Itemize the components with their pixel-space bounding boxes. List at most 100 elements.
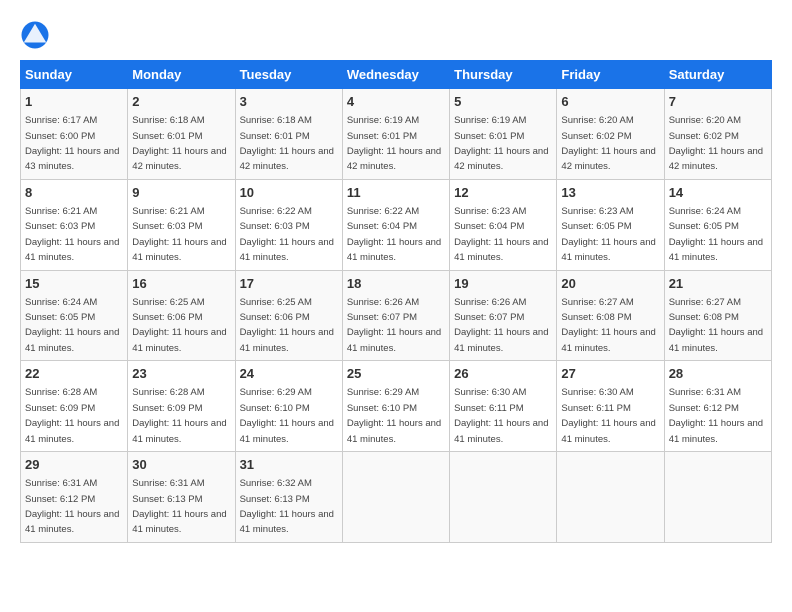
calendar-cell: 24 Sunrise: 6:29 AMSunset: 6:10 PMDaylig… xyxy=(235,361,342,452)
day-info: Sunrise: 6:26 AMSunset: 6:07 PMDaylight:… xyxy=(347,297,441,354)
day-number: 8 xyxy=(25,184,123,202)
day-info: Sunrise: 6:28 AMSunset: 6:09 PMDaylight:… xyxy=(132,387,226,444)
day-info: Sunrise: 6:20 AMSunset: 6:02 PMDaylight:… xyxy=(561,115,655,172)
calendar-cell: 30 Sunrise: 6:31 AMSunset: 6:13 PMDaylig… xyxy=(128,452,235,543)
calendar-cell xyxy=(664,452,771,543)
calendar-cell: 14 Sunrise: 6:24 AMSunset: 6:05 PMDaylig… xyxy=(664,179,771,270)
calendar-cell: 31 Sunrise: 6:32 AMSunset: 6:13 PMDaylig… xyxy=(235,452,342,543)
day-number: 17 xyxy=(240,275,338,293)
calendar-cell: 9 Sunrise: 6:21 AMSunset: 6:03 PMDayligh… xyxy=(128,179,235,270)
calendar-cell: 5 Sunrise: 6:19 AMSunset: 6:01 PMDayligh… xyxy=(450,89,557,180)
col-header-saturday: Saturday xyxy=(664,61,771,89)
day-info: Sunrise: 6:22 AMSunset: 6:03 PMDaylight:… xyxy=(240,206,334,263)
calendar-cell xyxy=(450,452,557,543)
calendar-cell: 19 Sunrise: 6:26 AMSunset: 6:07 PMDaylig… xyxy=(450,270,557,361)
calendar-cell: 28 Sunrise: 6:31 AMSunset: 6:12 PMDaylig… xyxy=(664,361,771,452)
day-number: 1 xyxy=(25,93,123,111)
calendar-cell: 12 Sunrise: 6:23 AMSunset: 6:04 PMDaylig… xyxy=(450,179,557,270)
day-number: 2 xyxy=(132,93,230,111)
day-number: 13 xyxy=(561,184,659,202)
day-number: 18 xyxy=(347,275,445,293)
col-header-monday: Monday xyxy=(128,61,235,89)
day-info: Sunrise: 6:30 AMSunset: 6:11 PMDaylight:… xyxy=(454,387,548,444)
calendar-cell: 29 Sunrise: 6:31 AMSunset: 6:12 PMDaylig… xyxy=(21,452,128,543)
day-number: 29 xyxy=(25,456,123,474)
col-header-friday: Friday xyxy=(557,61,664,89)
day-info: Sunrise: 6:24 AMSunset: 6:05 PMDaylight:… xyxy=(669,206,763,263)
day-number: 22 xyxy=(25,365,123,383)
day-info: Sunrise: 6:21 AMSunset: 6:03 PMDaylight:… xyxy=(25,206,119,263)
day-number: 9 xyxy=(132,184,230,202)
day-info: Sunrise: 6:19 AMSunset: 6:01 PMDaylight:… xyxy=(347,115,441,172)
calendar-week-3: 15 Sunrise: 6:24 AMSunset: 6:05 PMDaylig… xyxy=(21,270,772,361)
day-number: 19 xyxy=(454,275,552,293)
calendar-cell: 16 Sunrise: 6:25 AMSunset: 6:06 PMDaylig… xyxy=(128,270,235,361)
calendar-week-2: 8 Sunrise: 6:21 AMSunset: 6:03 PMDayligh… xyxy=(21,179,772,270)
day-number: 26 xyxy=(454,365,552,383)
day-info: Sunrise: 6:25 AMSunset: 6:06 PMDaylight:… xyxy=(132,297,226,354)
col-header-sunday: Sunday xyxy=(21,61,128,89)
day-number: 6 xyxy=(561,93,659,111)
day-number: 15 xyxy=(25,275,123,293)
day-info: Sunrise: 6:31 AMSunset: 6:13 PMDaylight:… xyxy=(132,478,226,535)
day-number: 12 xyxy=(454,184,552,202)
calendar-cell: 1 Sunrise: 6:17 AMSunset: 6:00 PMDayligh… xyxy=(21,89,128,180)
day-info: Sunrise: 6:25 AMSunset: 6:06 PMDaylight:… xyxy=(240,297,334,354)
calendar-cell: 25 Sunrise: 6:29 AMSunset: 6:10 PMDaylig… xyxy=(342,361,449,452)
day-number: 21 xyxy=(669,275,767,293)
calendar-cell: 7 Sunrise: 6:20 AMSunset: 6:02 PMDayligh… xyxy=(664,89,771,180)
calendar-cell xyxy=(342,452,449,543)
day-number: 11 xyxy=(347,184,445,202)
day-number: 3 xyxy=(240,93,338,111)
col-header-wednesday: Wednesday xyxy=(342,61,449,89)
day-number: 10 xyxy=(240,184,338,202)
col-header-thursday: Thursday xyxy=(450,61,557,89)
day-info: Sunrise: 6:18 AMSunset: 6:01 PMDaylight:… xyxy=(240,115,334,172)
calendar-cell: 3 Sunrise: 6:18 AMSunset: 6:01 PMDayligh… xyxy=(235,89,342,180)
day-info: Sunrise: 6:21 AMSunset: 6:03 PMDaylight:… xyxy=(132,206,226,263)
calendar-cell: 26 Sunrise: 6:30 AMSunset: 6:11 PMDaylig… xyxy=(450,361,557,452)
calendar-cell: 18 Sunrise: 6:26 AMSunset: 6:07 PMDaylig… xyxy=(342,270,449,361)
calendar-cell: 21 Sunrise: 6:27 AMSunset: 6:08 PMDaylig… xyxy=(664,270,771,361)
day-info: Sunrise: 6:23 AMSunset: 6:05 PMDaylight:… xyxy=(561,206,655,263)
calendar-cell: 23 Sunrise: 6:28 AMSunset: 6:09 PMDaylig… xyxy=(128,361,235,452)
calendar-cell: 22 Sunrise: 6:28 AMSunset: 6:09 PMDaylig… xyxy=(21,361,128,452)
day-info: Sunrise: 6:22 AMSunset: 6:04 PMDaylight:… xyxy=(347,206,441,263)
logo xyxy=(20,20,54,50)
day-number: 4 xyxy=(347,93,445,111)
day-number: 27 xyxy=(561,365,659,383)
calendar-header: SundayMondayTuesdayWednesdayThursdayFrid… xyxy=(21,61,772,89)
day-info: Sunrise: 6:18 AMSunset: 6:01 PMDaylight:… xyxy=(132,115,226,172)
day-number: 7 xyxy=(669,93,767,111)
day-info: Sunrise: 6:27 AMSunset: 6:08 PMDaylight:… xyxy=(561,297,655,354)
day-number: 24 xyxy=(240,365,338,383)
day-number: 25 xyxy=(347,365,445,383)
calendar-cell: 17 Sunrise: 6:25 AMSunset: 6:06 PMDaylig… xyxy=(235,270,342,361)
day-info: Sunrise: 6:23 AMSunset: 6:04 PMDaylight:… xyxy=(454,206,548,263)
day-number: 28 xyxy=(669,365,767,383)
day-info: Sunrise: 6:29 AMSunset: 6:10 PMDaylight:… xyxy=(240,387,334,444)
logo-icon xyxy=(20,20,50,50)
calendar-cell: 6 Sunrise: 6:20 AMSunset: 6:02 PMDayligh… xyxy=(557,89,664,180)
day-info: Sunrise: 6:28 AMSunset: 6:09 PMDaylight:… xyxy=(25,387,119,444)
day-info: Sunrise: 6:29 AMSunset: 6:10 PMDaylight:… xyxy=(347,387,441,444)
day-number: 5 xyxy=(454,93,552,111)
day-number: 31 xyxy=(240,456,338,474)
header-row: SundayMondayTuesdayWednesdayThursdayFrid… xyxy=(21,61,772,89)
page-header xyxy=(20,20,772,50)
day-info: Sunrise: 6:26 AMSunset: 6:07 PMDaylight:… xyxy=(454,297,548,354)
calendar-cell: 8 Sunrise: 6:21 AMSunset: 6:03 PMDayligh… xyxy=(21,179,128,270)
calendar-week-1: 1 Sunrise: 6:17 AMSunset: 6:00 PMDayligh… xyxy=(21,89,772,180)
calendar-cell: 4 Sunrise: 6:19 AMSunset: 6:01 PMDayligh… xyxy=(342,89,449,180)
calendar-cell: 27 Sunrise: 6:30 AMSunset: 6:11 PMDaylig… xyxy=(557,361,664,452)
day-info: Sunrise: 6:20 AMSunset: 6:02 PMDaylight:… xyxy=(669,115,763,172)
calendar-cell: 15 Sunrise: 6:24 AMSunset: 6:05 PMDaylig… xyxy=(21,270,128,361)
day-info: Sunrise: 6:17 AMSunset: 6:00 PMDaylight:… xyxy=(25,115,119,172)
day-info: Sunrise: 6:19 AMSunset: 6:01 PMDaylight:… xyxy=(454,115,548,172)
calendar-cell xyxy=(557,452,664,543)
calendar-cell: 11 Sunrise: 6:22 AMSunset: 6:04 PMDaylig… xyxy=(342,179,449,270)
day-number: 16 xyxy=(132,275,230,293)
day-info: Sunrise: 6:32 AMSunset: 6:13 PMDaylight:… xyxy=(240,478,334,535)
day-info: Sunrise: 6:31 AMSunset: 6:12 PMDaylight:… xyxy=(669,387,763,444)
day-info: Sunrise: 6:24 AMSunset: 6:05 PMDaylight:… xyxy=(25,297,119,354)
